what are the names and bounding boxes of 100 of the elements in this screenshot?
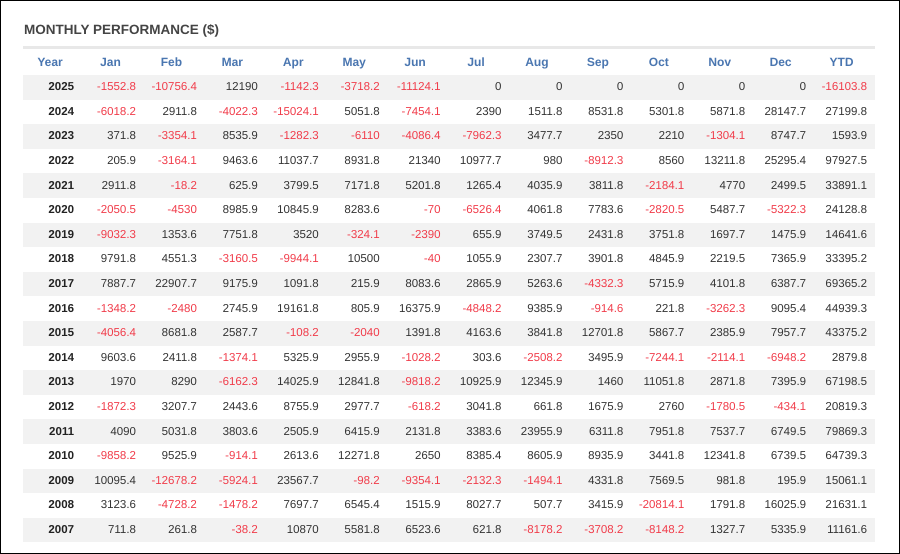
column-header: Jun <box>388 48 449 75</box>
table-cell: 69365.2 <box>814 272 875 296</box>
table-cell: 661.8 <box>509 394 570 420</box>
table-cell: 0 <box>631 75 692 100</box>
table-cell: -3262.3 <box>692 296 754 321</box>
table-cell: 19161.8 <box>266 296 327 321</box>
table-cell: 4035.9 <box>509 173 570 198</box>
panel-title: MONTHLY PERFORMANCE ($) <box>24 22 220 37</box>
table-cell: 7887.7 <box>83 272 144 296</box>
table-cell: 5201.8 <box>388 173 449 198</box>
table-cell: 3207.7 <box>144 394 205 420</box>
table-cell: 21631.1 <box>814 493 875 518</box>
table-cell: 3415.9 <box>570 493 632 518</box>
table-cell: -2390 <box>388 222 449 248</box>
column-header: Sep <box>570 48 632 75</box>
table-cell: -4728.2 <box>144 493 205 518</box>
table-cell: 12345.9 <box>509 370 570 395</box>
table-cell: -434.1 <box>753 394 814 420</box>
table-cell: 2385.9 <box>692 320 754 346</box>
table-cell: 2650 <box>388 444 449 468</box>
table-cell: 2613.6 <box>266 444 327 468</box>
column-header: Jan <box>83 48 144 75</box>
table-cell: -9944.1 <box>266 247 327 272</box>
table-cell: 2955.9 <box>326 346 388 370</box>
table-cell: 64739.3 <box>814 444 875 468</box>
row-header: 2023 <box>23 124 83 149</box>
table-cell: 1460 <box>570 370 632 395</box>
table-cell: -1282.3 <box>266 124 327 149</box>
table-cell: 2219.5 <box>692 247 754 272</box>
table-cell: 2131.8 <box>388 419 449 444</box>
table-cell: 4101.8 <box>692 272 754 296</box>
column-header: Dec <box>753 48 814 75</box>
table-cell: 8681.8 <box>144 320 205 346</box>
row-header: 2024 <box>23 100 83 124</box>
table-cell: -9354.1 <box>388 468 449 494</box>
row-header: 2009 <box>23 468 83 494</box>
table-cell: -2132.3 <box>448 468 510 494</box>
table-cell: -4022.3 <box>204 100 266 124</box>
table-cell: 3441.8 <box>631 444 692 468</box>
table-cell: -108.2 <box>266 320 327 346</box>
table-cell: 5871.8 <box>692 100 754 124</box>
table-cell: -1494.1 <box>509 468 570 494</box>
table-cell: -7962.3 <box>448 124 510 149</box>
table-cell: 5263.6 <box>509 272 570 296</box>
table-cell: -2040 <box>326 320 388 346</box>
table-cell: 2879.8 <box>814 346 875 370</box>
table-cell: 10925.9 <box>448 370 510 395</box>
table-cell: 27199.8 <box>814 100 875 124</box>
row-header: 2012 <box>23 394 83 420</box>
row-header: 2008 <box>23 493 83 518</box>
row-header: 2022 <box>23 148 83 174</box>
table-cell: 8535.9 <box>204 124 266 149</box>
table-cell: 303.6 <box>448 346 510 370</box>
table-cell: -20814.1 <box>631 493 692 518</box>
table-cell: 6739.5 <box>753 444 814 468</box>
table-cell: -4848.2 <box>448 296 510 321</box>
table-cell: 8083.6 <box>388 272 449 296</box>
table-cell: -8148.2 <box>631 518 692 542</box>
table-cell: -8912.3 <box>570 148 632 174</box>
table-cell: 3751.8 <box>631 222 692 248</box>
table-cell: 14641.6 <box>814 222 875 248</box>
table-cell: 2390 <box>448 100 510 124</box>
table-cell: -4530 <box>144 198 205 223</box>
table-cell: 1697.7 <box>692 222 754 248</box>
row-header: 2025 <box>23 75 83 100</box>
table-cell: -914.1 <box>204 444 266 468</box>
table-cell: 7751.8 <box>204 222 266 248</box>
table-cell: 1515.9 <box>388 493 449 518</box>
row-header: 2010 <box>23 444 83 468</box>
table-cell: -1142.3 <box>266 75 327 100</box>
table-cell: -40 <box>388 247 449 272</box>
table-cell: 28147.7 <box>753 100 814 124</box>
table-cell: -1552.8 <box>83 75 144 100</box>
table-cell: 621.8 <box>448 518 510 542</box>
table-cell: 25295.4 <box>753 148 814 174</box>
table-cell: 5301.8 <box>631 100 692 124</box>
table-cell: 7537.7 <box>692 419 754 444</box>
table-cell: -2114.1 <box>692 346 754 370</box>
table-cell: -18.2 <box>144 173 205 198</box>
table-cell: 4163.6 <box>448 320 510 346</box>
table-cell: 7365.9 <box>753 247 814 272</box>
table-cell: 43375.2 <box>814 320 875 346</box>
table-cell: 215.9 <box>326 272 388 296</box>
row-header: 2020 <box>23 198 83 223</box>
table-cell: 0 <box>753 75 814 100</box>
table-cell: 4845.9 <box>631 247 692 272</box>
row-header: 2011 <box>23 419 83 444</box>
column-header: Nov <box>692 48 754 75</box>
table-cell: 1791.8 <box>692 493 754 518</box>
table-cell: 9525.9 <box>144 444 205 468</box>
table-cell: -324.1 <box>326 222 388 248</box>
table-cell: 3123.6 <box>83 493 144 518</box>
table-cell: -15024.1 <box>266 100 327 124</box>
column-header: Mar <box>204 48 266 75</box>
table-cell: -2820.5 <box>631 198 692 223</box>
table-cell: 221.8 <box>631 296 692 321</box>
table-cell: 8605.9 <box>509 444 570 468</box>
column-header: YTD <box>814 48 875 75</box>
table-cell: 2760 <box>631 394 692 420</box>
table-cell: 3520 <box>266 222 327 248</box>
